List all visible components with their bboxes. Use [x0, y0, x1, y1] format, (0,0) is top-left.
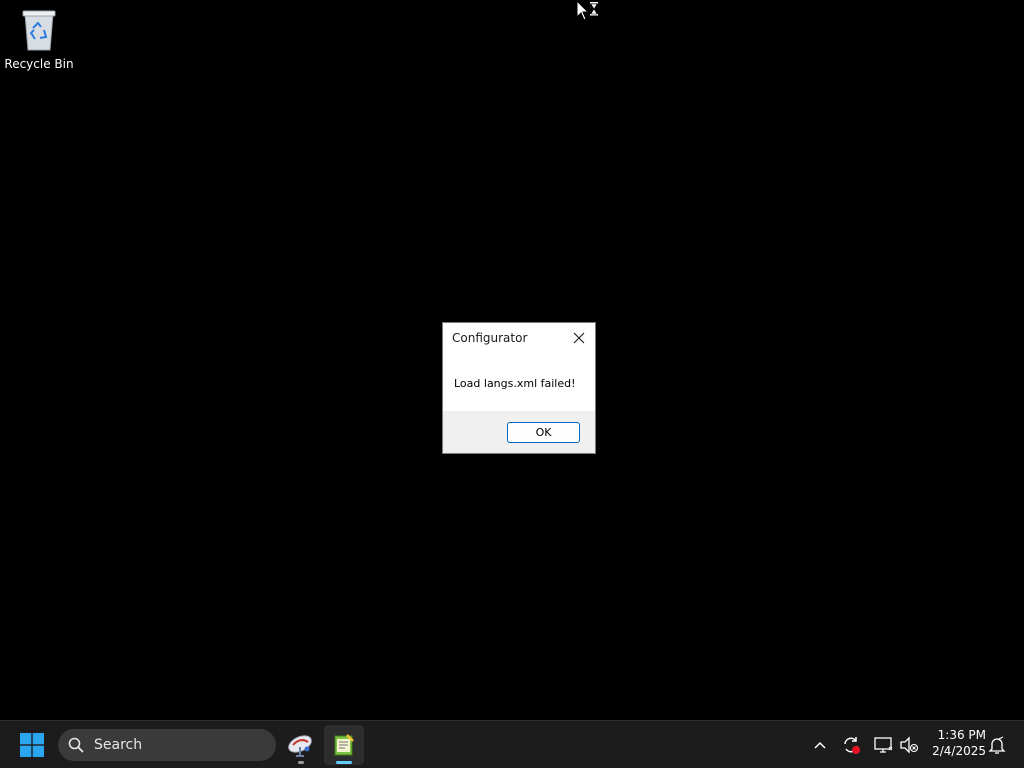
clock-time: 1:36 PM — [937, 728, 986, 742]
show-hidden-icons-button[interactable] — [809, 733, 831, 757]
satellite-dish-icon — [288, 735, 312, 757]
dialog-titlebar[interactable]: Configurator — [443, 323, 595, 355]
windows-start-icon — [20, 733, 44, 757]
dialog-body: Load langs.xml failed! — [443, 355, 595, 411]
taskbar-app-notepad[interactable] — [324, 725, 364, 765]
tray-network-button[interactable] — [872, 733, 894, 757]
taskbar-app-configurator[interactable] — [281, 725, 321, 765]
dialog-close-button[interactable] — [564, 324, 594, 352]
start-button[interactable] — [14, 727, 50, 763]
notification-center-button[interactable] — [986, 733, 1008, 757]
tray-sync-button[interactable] — [840, 733, 862, 757]
chevron-up-icon — [814, 741, 826, 749]
recycle-bin-icon — [22, 10, 56, 51]
speaker-muted-icon — [900, 736, 919, 754]
close-icon — [573, 332, 585, 344]
network-icon — [874, 737, 893, 753]
notepad-icon — [334, 734, 354, 756]
search-box[interactable]: Search — [58, 729, 276, 761]
busy-cursor-icon — [576, 0, 598, 21]
sync-alert-icon — [844, 737, 860, 754]
tray-volume-button[interactable] — [898, 733, 920, 757]
clock-date: 2/4/2025 — [932, 744, 986, 758]
taskbar-clock[interactable]: 1:36 PM 2/4/2025 — [926, 727, 986, 759]
notification-bell-icon — [988, 736, 1006, 754]
taskbar: Search 1:36 PM 2/4/2025 — [0, 720, 1024, 768]
desktop-icon-recycle-bin[interactable]: Recycle Bin — [4, 6, 74, 76]
app-running-indicator — [298, 761, 304, 764]
search-icon — [68, 737, 84, 753]
desktop: Recycle Bin Configurator Load langs.xml … — [0, 0, 1024, 720]
dialog-title: Configurator — [452, 331, 528, 345]
message-dialog: Configurator Load langs.xml failed! OK — [442, 322, 596, 454]
desktop-icon-label: Recycle Bin — [4, 57, 74, 71]
dialog-message: Load langs.xml failed! — [454, 377, 576, 390]
search-placeholder: Search — [94, 737, 143, 753]
ok-button[interactable]: OK — [507, 422, 580, 443]
app-active-indicator — [336, 761, 352, 764]
